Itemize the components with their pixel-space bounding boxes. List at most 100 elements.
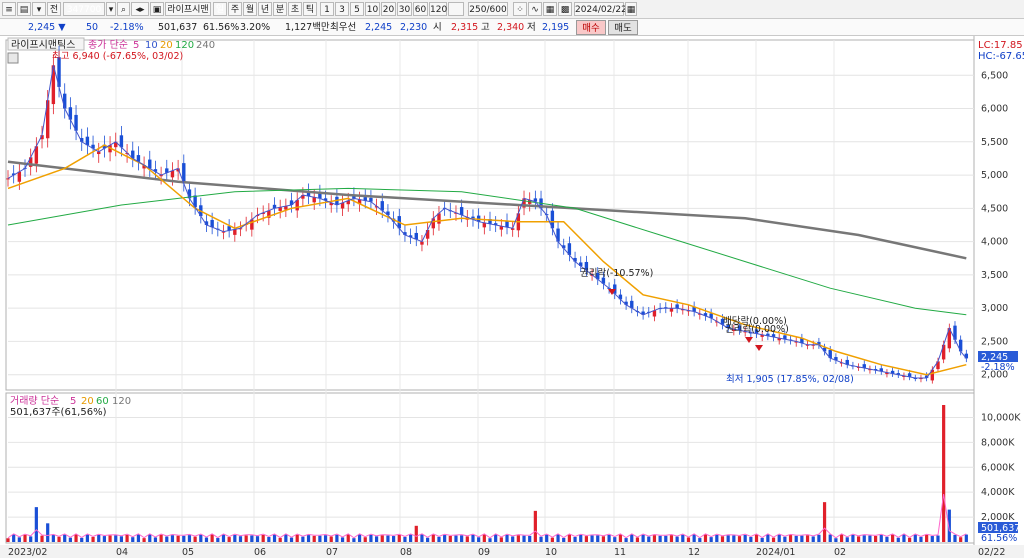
- save-icon[interactable]: ▦: [543, 2, 557, 16]
- menu-icon[interactable]: ≡: [2, 2, 16, 16]
- lock-icon[interactable]: ▩: [558, 2, 572, 16]
- time-axis-label: 05: [182, 547, 194, 558]
- zoom-icon[interactable]: ▣: [150, 2, 164, 16]
- stock-code-input[interactable]: 347700: [63, 2, 105, 16]
- period-day-button[interactable]: 일: [213, 2, 227, 16]
- market-type-button[interactable]: 전: [47, 2, 61, 16]
- interval-custom-input[interactable]: [448, 2, 464, 16]
- volume-tick-label: 6,000K: [981, 462, 1015, 473]
- price-tick-label: 2,500: [981, 336, 1008, 347]
- volume-bar: [811, 536, 815, 542]
- toggle-icon[interactable]: ◂▸: [131, 2, 149, 16]
- candle-body: [210, 219, 214, 228]
- candle-body: [170, 170, 175, 178]
- volume-bar: [108, 535, 112, 542]
- volume-bar: [289, 537, 294, 542]
- period-tick-button[interactable]: 틱: [303, 2, 317, 16]
- interval-button-1[interactable]: 1: [320, 2, 334, 16]
- volume-bar: [868, 535, 872, 542]
- candle-body: [459, 207, 464, 215]
- volume-bar: [323, 535, 328, 542]
- period-month-button[interactable]: 월: [243, 2, 257, 16]
- chart-settings-icon[interactable]: [7, 52, 19, 64]
- volume-bar: [312, 535, 316, 542]
- volume-bar: [125, 534, 129, 542]
- volume-bar: [295, 534, 299, 542]
- stock-name-field[interactable]: 라이프시맨: [165, 2, 211, 16]
- calendar-icon[interactable]: ▦: [625, 2, 637, 16]
- candle-body: [148, 159, 152, 169]
- toolbar: ≡ ▤ ▾ 전 347700 ▾ ⌕ ◂▸ ▣ 라이프시맨 일 주 월 년 분 …: [0, 0, 1024, 19]
- volume-bar: [828, 534, 832, 542]
- low-price: 2,195: [542, 22, 570, 33]
- volume-bar: [403, 536, 407, 542]
- interval-button-120[interactable]: 120: [429, 2, 447, 16]
- volume-bar: [913, 534, 917, 542]
- price-change: 50: [86, 22, 99, 33]
- quote-bar: 2,245 ▼ 50 -2.18% 501,637 61.56% 3.20% 1…: [0, 19, 1024, 36]
- volume-bar: [340, 537, 345, 542]
- period-year-button[interactable]: 년: [258, 2, 272, 16]
- volume-bar: [545, 534, 549, 542]
- volume-bar: [131, 537, 135, 542]
- volume-bar: [153, 537, 158, 542]
- volume-bar: [74, 534, 78, 542]
- stock-chart[interactable]: 2,0002,5003,0003,5004,0004,5005,0005,500…: [0, 36, 1024, 558]
- high-price: 2,340: [497, 22, 525, 33]
- volume-bar: [431, 534, 435, 542]
- candle-body: [675, 304, 679, 309]
- buy-button[interactable]: 매수: [576, 20, 606, 35]
- date-input[interactable]: 2024/02/22: [574, 2, 627, 16]
- volume-bar: [63, 534, 67, 542]
- period-second-button[interactable]: 초: [288, 2, 302, 16]
- interval-button-10[interactable]: 10: [365, 2, 380, 16]
- vol-ma120: 120: [112, 396, 131, 407]
- chart-type-icon[interactable]: ⁘: [513, 2, 527, 16]
- volume-bar: [187, 535, 192, 542]
- legend-ma-label: 종가 단순: [88, 39, 128, 51]
- interval-button-5[interactable]: 5: [350, 2, 364, 16]
- legend-ma240: 240: [196, 40, 215, 51]
- best-ask: 2,245: [365, 22, 393, 33]
- volume-bar: [6, 538, 10, 542]
- volume-bar: [788, 535, 793, 542]
- time-axis-label: 11: [614, 547, 626, 558]
- time-axis-label: 02: [834, 547, 846, 558]
- market-dropdown[interactable]: ▾: [32, 2, 46, 16]
- price-tick-label: 6,000: [981, 104, 1008, 115]
- interval-button-30[interactable]: 30: [397, 2, 412, 16]
- volume-bar: [516, 535, 520, 542]
- volume-bar: [522, 535, 526, 542]
- code-dropdown-icon[interactable]: ▾: [106, 2, 116, 16]
- interval-button-20[interactable]: 20: [381, 2, 396, 16]
- interval-button-3[interactable]: 3: [335, 2, 349, 16]
- volume-bar: [397, 535, 401, 542]
- volume-bar: [686, 537, 691, 542]
- period-week-button[interactable]: 주: [228, 2, 242, 16]
- vol-ma20: 20: [81, 396, 94, 407]
- volume-bar: [675, 536, 679, 542]
- volume-bar: [29, 536, 33, 542]
- volume-bar: [862, 535, 866, 542]
- price-change-pct: -2.18%: [110, 22, 144, 33]
- volume-bar: [346, 534, 350, 542]
- period-minute-button[interactable]: 분: [273, 2, 287, 16]
- stock-list-icon[interactable]: ▤: [17, 2, 31, 16]
- best-bid: 2,230: [400, 22, 428, 33]
- volume-bar: [329, 536, 333, 542]
- sell-button[interactable]: 매도: [608, 20, 638, 35]
- time-axis-label: 12: [688, 547, 700, 558]
- volume-bar: [471, 534, 475, 542]
- search-icon[interactable]: ⌕: [117, 2, 130, 16]
- interval-button-60[interactable]: 60: [413, 2, 428, 16]
- volume-bar: [261, 534, 265, 542]
- volume-bar: [193, 536, 197, 542]
- volume-bar: [250, 535, 254, 542]
- indicator-icon[interactable]: ∿: [528, 2, 542, 16]
- time-axis-label: 09: [478, 547, 490, 558]
- volume-bar: [68, 537, 72, 542]
- volume-legend-label: 거래량 단순: [10, 395, 59, 407]
- volume-bar: [771, 537, 776, 542]
- rights2-event-label: 권리락(0.00%): [725, 323, 789, 335]
- count-input[interactable]: 250/600: [468, 2, 508, 16]
